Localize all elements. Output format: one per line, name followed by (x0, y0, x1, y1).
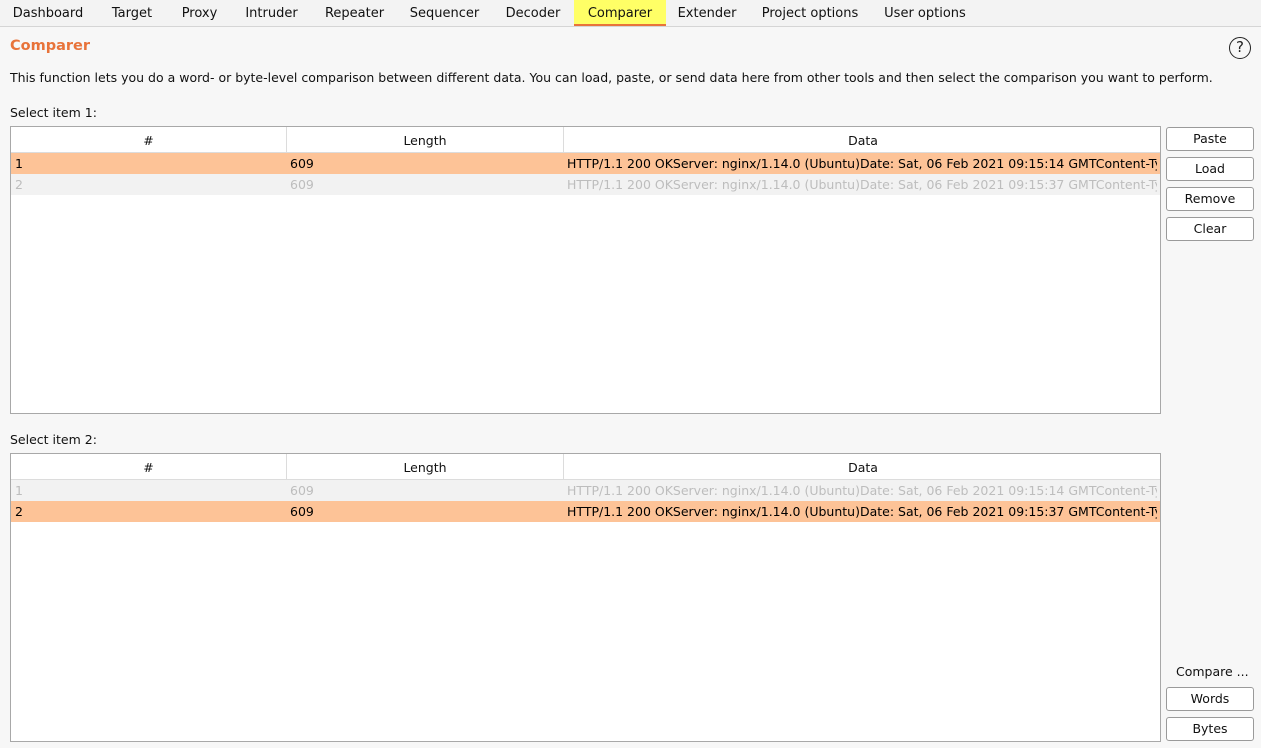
select-item-2-label: Select item 2: (10, 432, 97, 447)
item-1-table-header: # Length Data (11, 127, 1160, 153)
column-header-data[interactable]: Data (564, 454, 1160, 479)
page-title: Comparer (10, 38, 91, 54)
page-description: This function lets you do a word- or byt… (10, 70, 1213, 85)
paste-button[interactable]: Paste (1166, 127, 1254, 151)
table-row[interactable]: 1 609 HTTP/1.1 200 OKServer: nginx/1.14.… (11, 480, 1160, 501)
tab-repeater[interactable]: Repeater (312, 0, 397, 26)
tab-intruder[interactable]: Intruder (231, 0, 312, 26)
tab-dashboard[interactable]: Dashboard (0, 0, 96, 26)
column-header-number[interactable]: # (11, 127, 287, 152)
compare-bytes-button[interactable]: Bytes (1166, 717, 1254, 741)
table-row[interactable]: 2 609 HTTP/1.1 200 OKServer: nginx/1.14.… (11, 501, 1160, 522)
load-button[interactable]: Load (1166, 157, 1254, 181)
row-length: 609 (290, 504, 314, 519)
row-data: HTTP/1.1 200 OKServer: nginx/1.14.0 (Ubu… (567, 177, 1157, 192)
table-row[interactable]: 1 609 HTTP/1.1 200 OKServer: nginx/1.14.… (11, 153, 1160, 174)
compare-words-button[interactable]: Words (1166, 687, 1254, 711)
row-length: 609 (290, 483, 314, 498)
tab-proxy[interactable]: Proxy (168, 0, 231, 26)
row-number: 1 (15, 156, 23, 171)
row-data: HTTP/1.1 200 OKServer: nginx/1.14.0 (Ubu… (567, 483, 1157, 498)
row-length: 609 (290, 177, 314, 192)
tab-user-options[interactable]: User options (872, 0, 978, 26)
help-icon[interactable]: ? (1229, 37, 1251, 59)
select-item-1-label: Select item 1: (10, 105, 97, 120)
column-header-length[interactable]: Length (287, 454, 564, 479)
row-data: HTTP/1.1 200 OKServer: nginx/1.14.0 (Ubu… (567, 504, 1157, 519)
item-1-table: # Length Data 1 609 HTTP/1.1 200 OKServe… (10, 126, 1161, 414)
row-length: 609 (290, 156, 314, 171)
row-number: 2 (15, 504, 23, 519)
tab-sequencer[interactable]: Sequencer (397, 0, 492, 26)
row-number: 2 (15, 177, 23, 192)
tab-target[interactable]: Target (96, 0, 168, 26)
remove-button[interactable]: Remove (1166, 187, 1254, 211)
row-number: 1 (15, 483, 23, 498)
column-header-number[interactable]: # (11, 454, 287, 479)
column-header-data[interactable]: Data (564, 127, 1160, 152)
row-data: HTTP/1.1 200 OKServer: nginx/1.14.0 (Ubu… (567, 156, 1157, 171)
tab-comparer[interactable]: Comparer (574, 0, 666, 26)
tab-project-options[interactable]: Project options (748, 0, 872, 26)
column-header-length[interactable]: Length (287, 127, 564, 152)
tab-extender[interactable]: Extender (666, 0, 748, 26)
table-row[interactable]: 2 609 HTTP/1.1 200 OKServer: nginx/1.14.… (11, 174, 1160, 195)
clear-button[interactable]: Clear (1166, 217, 1254, 241)
main-tab-bar: Dashboard Target Proxy Intruder Repeater… (0, 0, 1261, 27)
compare-label: Compare ... (1176, 664, 1249, 679)
item-2-table: # Length Data 1 609 HTTP/1.1 200 OKServe… (10, 453, 1161, 742)
item-2-table-header: # Length Data (11, 454, 1160, 480)
tab-decoder[interactable]: Decoder (492, 0, 574, 26)
